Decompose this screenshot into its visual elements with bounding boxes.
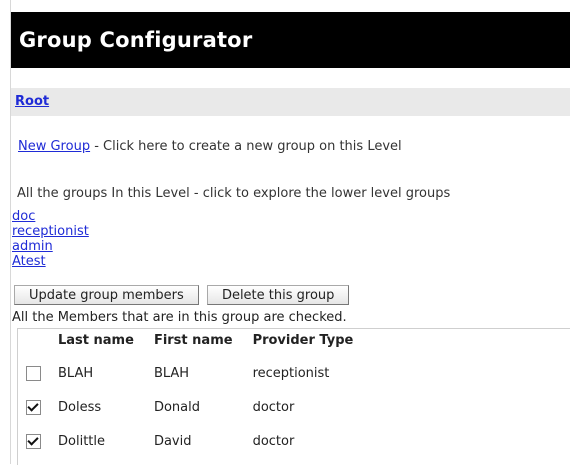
group-link-doc[interactable]: doc xyxy=(12,209,35,224)
member-checkbox[interactable] xyxy=(26,399,41,415)
table-row: Dolittle David doctor xyxy=(20,424,363,458)
table-header-row: Last name First name Provider Type xyxy=(20,331,363,356)
new-group-link[interactable]: New Group xyxy=(18,139,90,154)
members-note: All the Members that are in this group a… xyxy=(12,310,347,325)
groups-intro-text: All the groups In this Level - click to … xyxy=(17,186,451,201)
member-checkbox[interactable] xyxy=(26,365,41,381)
last-name-cell: BLAH xyxy=(58,365,94,381)
checkbox-cell xyxy=(20,424,48,458)
first-name-cell: BLAH xyxy=(153,365,190,381)
table-row: Doless Donald doctor xyxy=(20,390,363,424)
list-item: receptionist xyxy=(12,224,89,239)
provider-type-cell: receptionist xyxy=(252,365,330,381)
members-panel: Last name First name Provider Type BLAH … xyxy=(17,328,570,465)
breadcrumb: Root xyxy=(11,88,570,116)
column-header-first-name: First name xyxy=(153,333,233,348)
column-header-last-name: Last name xyxy=(58,333,134,348)
last-name-cell: Dolittle xyxy=(58,433,105,449)
group-link-receptionist[interactable]: receptionist xyxy=(12,224,89,239)
first-name-cell: Donald xyxy=(153,399,200,415)
list-item: admin xyxy=(12,239,89,254)
members-table: Last name First name Provider Type BLAH … xyxy=(20,331,363,458)
column-header-provider-type: Provider Type xyxy=(252,333,354,348)
page-left-border xyxy=(10,0,11,464)
last-name-cell: Doless xyxy=(58,399,102,415)
provider-type-cell: doctor xyxy=(252,433,295,449)
page-title: Group Configurator xyxy=(19,28,253,52)
list-item: Atest xyxy=(12,254,89,269)
group-actions: Update group members Delete this group xyxy=(14,285,353,305)
checkbox-column-header xyxy=(20,331,48,356)
member-checkbox[interactable] xyxy=(26,433,41,449)
group-list: doc receptionist admin Atest xyxy=(12,209,89,269)
new-group-description: - Click here to create a new group on th… xyxy=(90,139,402,154)
delete-group-button[interactable]: Delete this group xyxy=(206,285,350,305)
group-link-admin[interactable]: admin xyxy=(12,239,53,254)
new-group-row: New Group - Click here to create a new g… xyxy=(18,139,402,154)
provider-type-cell: doctor xyxy=(252,399,295,415)
app-header: Group Configurator xyxy=(11,12,570,68)
checkbox-cell xyxy=(20,390,48,424)
update-group-members-button[interactable]: Update group members xyxy=(14,285,199,305)
breadcrumb-root-link[interactable]: Root xyxy=(15,94,49,109)
table-row: BLAH BLAH receptionist xyxy=(20,356,363,390)
group-link-atest[interactable]: Atest xyxy=(12,254,46,269)
first-name-cell: David xyxy=(153,433,192,449)
list-item: doc xyxy=(12,209,89,224)
checkbox-cell xyxy=(20,356,48,390)
